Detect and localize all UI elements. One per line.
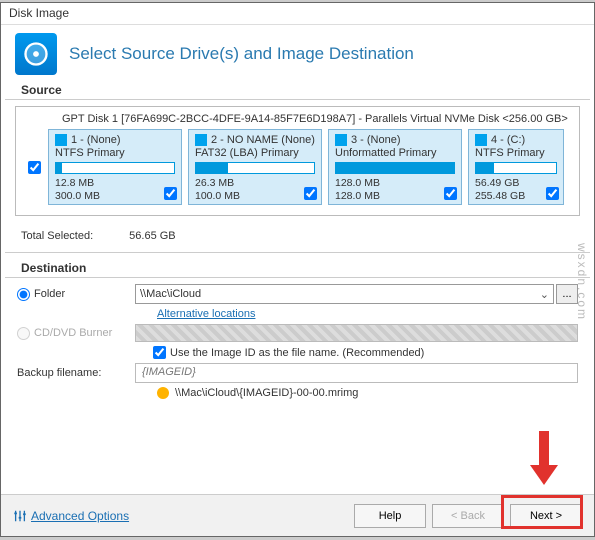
folder-combo[interactable]: \\Mac\iCloud ⌄	[135, 284, 554, 304]
select-all-checkbox[interactable]	[28, 161, 41, 174]
footer-buttons: Help < Back Next >	[354, 504, 582, 528]
sliders-icon	[13, 509, 27, 523]
partition-sizes: 128.0 MB128.0 MB	[335, 177, 455, 202]
source-heading: Source	[5, 81, 590, 100]
destination-area: Folder \\Mac\iCloud ⌄ ... Alternative lo…	[1, 278, 594, 405]
partition-number: 2 - NO NAME (None)	[211, 134, 315, 146]
windows-flag-icon	[335, 134, 347, 146]
source-box: GPT Disk 1 [76FA699C-2BCC-4DFE-9A14-85F7…	[15, 106, 580, 216]
partition-card[interactable]: 1 - (None)NTFS Primary 12.8 MB300.0 MB	[48, 129, 182, 205]
select-all-checkbox-cell	[20, 129, 48, 205]
total-selected-value: 56.65 GB	[129, 230, 175, 242]
folder-radio-label[interactable]: Folder	[17, 288, 135, 301]
partition-checkbox[interactable]	[164, 187, 177, 200]
backup-path-text: \\Mac\iCloud\{IMAGEID}-00-00.mrimg	[175, 387, 358, 399]
backup-filename-label: Backup filename:	[17, 367, 135, 379]
total-selected-label: Total Selected:	[21, 230, 93, 242]
folder-row: Folder \\Mac\iCloud ⌄ ...	[17, 284, 578, 304]
annotation-arrow-icon	[527, 427, 561, 497]
partition-sizes: 26.3 MB100.0 MB	[195, 177, 315, 202]
use-imageid-label: Use the Image ID as the file name. (Reco…	[170, 347, 424, 359]
window-title: Disk Image	[1, 3, 594, 25]
folder-path-value: \\Mac\iCloud	[140, 288, 201, 300]
partition-sizes: 56.49 GB255.48 GB	[475, 177, 557, 202]
partition-checkbox[interactable]	[444, 187, 457, 200]
advanced-options-link[interactable]: Advanced Options	[13, 509, 129, 523]
usage-bar	[475, 162, 557, 174]
disk-description: GPT Disk 1 [76FA699C-2BCC-4DFE-9A14-85F7…	[20, 113, 575, 125]
partition-number: 3 - (None)	[351, 134, 401, 146]
partition-filesystem: FAT32 (LBA) Primary	[195, 147, 315, 159]
partition-sizes: 12.8 MB300.0 MB	[55, 177, 175, 202]
back-button: < Back	[432, 504, 504, 528]
main-heading: Select Source Drive(s) and Image Destina…	[69, 44, 414, 64]
cd-label-text: CD/DVD Burner	[34, 327, 112, 339]
partition-card[interactable]: 3 - (None)Unformatted Primary 128.0 MB128…	[328, 129, 462, 205]
usage-bar	[55, 162, 175, 174]
partition-card[interactable]: 4 - (C:)NTFS Primary 56.49 GB255.48 GB	[468, 129, 564, 205]
destination-heading: Destination	[5, 259, 590, 278]
partition-checkbox[interactable]	[546, 187, 559, 200]
footer-bar: Advanced Options Help < Back Next >	[1, 494, 594, 536]
backup-path-preview: \\Mac\iCloud\{IMAGEID}-00-00.mrimg	[157, 387, 578, 399]
folder-radio[interactable]	[17, 288, 30, 301]
windows-flag-icon	[195, 134, 207, 146]
partition-number: 4 - (C:)	[491, 134, 525, 146]
watermark-text: wsxdn.com	[575, 243, 589, 321]
imageid-row: Use the Image ID as the file name. (Reco…	[153, 346, 578, 359]
use-imageid-checkbox[interactable]	[153, 346, 166, 359]
partition-filesystem: NTFS Primary	[55, 147, 175, 159]
partition-number: 1 - (None)	[71, 134, 121, 146]
wizard-window: Disk Image Select Source Drive(s) and Im…	[0, 2, 595, 537]
advanced-options-text: Advanced Options	[31, 509, 129, 523]
partition-checkbox[interactable]	[304, 187, 317, 200]
help-button[interactable]: Help	[354, 504, 426, 528]
disk-icon	[15, 33, 57, 75]
windows-flag-icon	[475, 134, 487, 146]
partition-card[interactable]: 2 - NO NAME (None)FAT32 (LBA) Primary 26.…	[188, 129, 322, 205]
cd-radio	[17, 327, 30, 340]
folder-label-text: Folder	[34, 288, 65, 300]
usage-bar	[195, 162, 315, 174]
backup-filename-field[interactable]: {IMAGEID}	[135, 363, 578, 383]
chevron-down-icon: ⌄	[540, 288, 549, 301]
alternative-locations-link[interactable]: Alternative locations	[157, 308, 255, 320]
totals-row: Total Selected: 56.65 GB	[5, 226, 590, 253]
backup-filename-row: Backup filename: {IMAGEID}	[17, 363, 578, 383]
cd-row: CD/DVD Burner	[17, 324, 578, 342]
partition-filesystem: Unformatted Primary	[335, 147, 455, 159]
partition-list: 1 - (None)NTFS Primary12.8 MB300.0 MB2 -…	[48, 129, 575, 205]
header-row: Select Source Drive(s) and Image Destina…	[1, 25, 594, 81]
next-button[interactable]: Next >	[510, 504, 582, 528]
warning-icon	[157, 387, 169, 399]
windows-flag-icon	[55, 134, 67, 146]
cd-burner-field-disabled	[135, 324, 578, 342]
partition-filesystem: NTFS Primary	[475, 147, 557, 159]
cd-radio-label: CD/DVD Burner	[17, 327, 135, 340]
usage-bar	[335, 162, 455, 174]
